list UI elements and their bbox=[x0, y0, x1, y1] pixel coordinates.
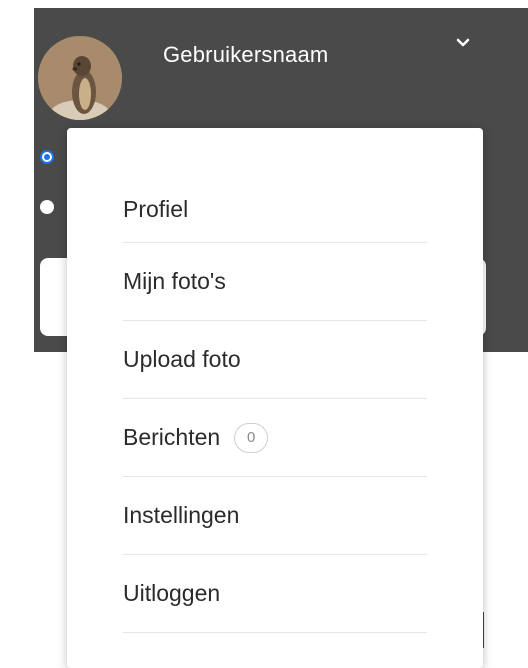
menu-item-label: Mijn foto's bbox=[123, 268, 226, 294]
menu-item-label: Uitloggen bbox=[123, 580, 221, 606]
message-count-badge: 0 bbox=[234, 422, 269, 453]
avatar[interactable] bbox=[38, 36, 122, 120]
user-dropdown-menu: Profiel Mijn foto's Upload foto Berichte… bbox=[67, 128, 483, 668]
menu-list: Profiel Mijn foto's Upload foto Berichte… bbox=[123, 176, 427, 633]
radio-option-1[interactable] bbox=[40, 150, 54, 164]
top-border bbox=[0, 0, 528, 8]
menu-item-instellingen[interactable]: Instellingen bbox=[123, 477, 427, 555]
menu-item-upload-foto[interactable]: Upload foto bbox=[123, 321, 427, 399]
menu-item-label: Upload foto bbox=[123, 346, 241, 372]
menu-item-label: Profiel bbox=[123, 195, 189, 222]
menu-item-uitloggen[interactable]: Uitloggen bbox=[123, 555, 427, 633]
menu-item-profiel[interactable]: Profiel bbox=[123, 176, 427, 243]
menu-item-label: Berichten bbox=[123, 424, 221, 450]
username[interactable]: Gebruikersnaam bbox=[163, 42, 328, 68]
menu-item-mijn-fotos[interactable]: Mijn foto's bbox=[123, 243, 427, 321]
chevron-down-icon[interactable] bbox=[452, 32, 474, 54]
menu-item-berichten[interactable]: Berichten 0 bbox=[123, 399, 427, 477]
radio-option-2[interactable] bbox=[40, 200, 54, 214]
menu-item-label: Instellingen bbox=[123, 502, 240, 528]
divider-line bbox=[483, 612, 484, 648]
user-avatar-icon bbox=[38, 36, 122, 120]
